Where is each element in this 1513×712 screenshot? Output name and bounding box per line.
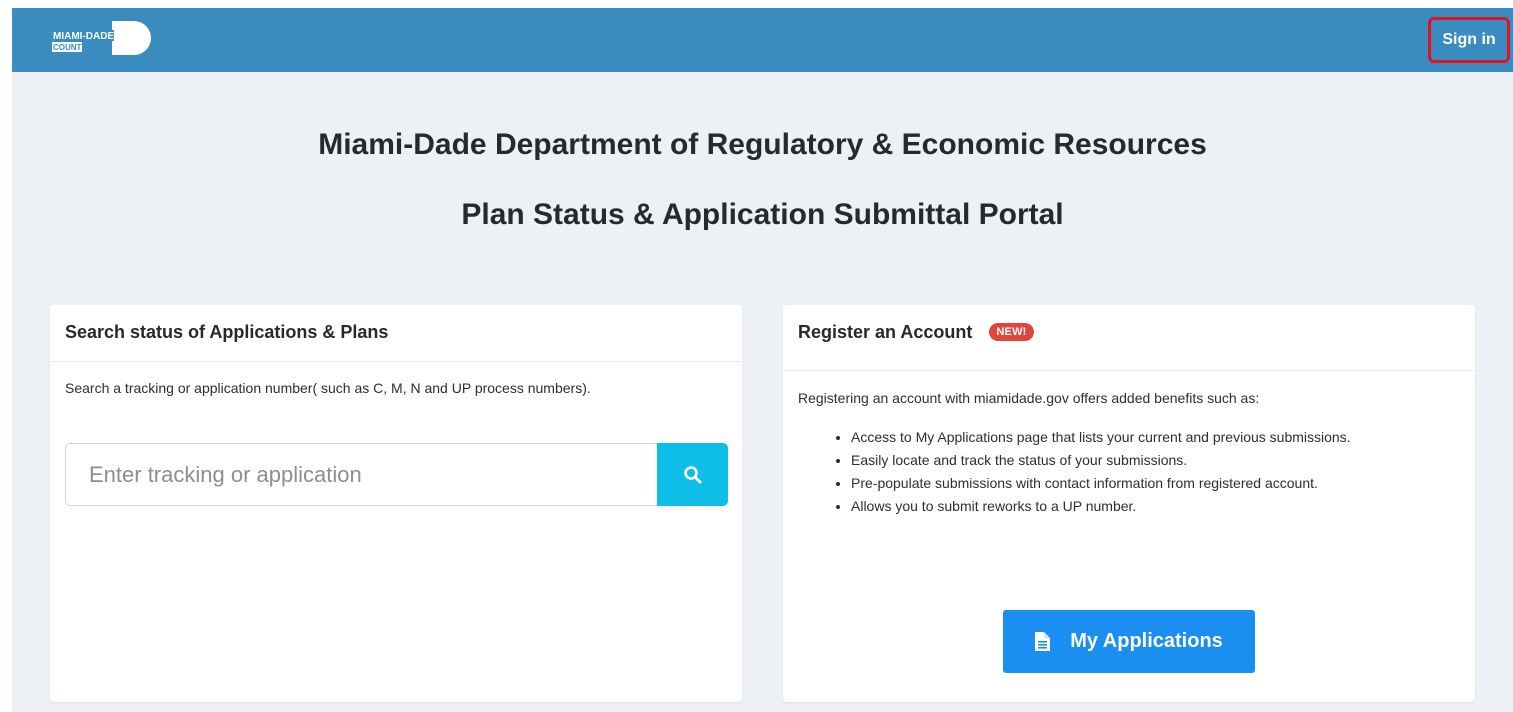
new-badge: NEW! [989, 323, 1034, 341]
search-group [65, 443, 728, 506]
document-icon [1035, 632, 1051, 651]
my-applications-label: My Applications [1070, 630, 1223, 652]
benefits-list: Access to My Applications page that list… [833, 427, 1423, 519]
county-logo[interactable]: MIAMI-DADE COUNTY [50, 21, 158, 55]
register-card: Register an Account NEW! Registering an … [783, 305, 1475, 702]
miami-dade-logo-icon: MIAMI-DADE COUNTY [52, 21, 151, 55]
page: MIAMI-DADE COUNTY Sign in Miami-Dade Dep… [12, 8, 1513, 712]
search-input[interactable] [65, 443, 657, 506]
logo-line1: MIAMI-DADE [53, 31, 114, 42]
sign-in-button[interactable]: Sign in [1428, 17, 1510, 63]
search-description: Search a tracking or application number(… [65, 380, 591, 396]
list-item: Allows you to submit reworks to a UP num… [851, 496, 1423, 517]
search-card: Search status of Applications & Plans Se… [50, 305, 742, 702]
top-navbar: MIAMI-DADE COUNTY Sign in [12, 8, 1513, 72]
search-card-title: Search status of Applications & Plans [50, 305, 742, 362]
search-button[interactable] [657, 443, 728, 506]
page-title: Miami-Dade Department of Regulatory & Ec… [318, 128, 1207, 161]
list-item: Easily locate and track the status of yo… [851, 450, 1423, 471]
list-item: Pre-populate submissions with contact in… [851, 473, 1423, 494]
page-subtitle: Plan Status & Application Submittal Port… [461, 198, 1064, 231]
register-card-header: Register an Account NEW! [783, 305, 1475, 371]
register-card-title: Register an Account [798, 322, 973, 342]
register-intro: Registering an account with miamidade.go… [798, 390, 1260, 406]
list-item: Access to My Applications page that list… [851, 427, 1423, 448]
search-icon [683, 465, 701, 483]
logo-line2: COUNTY [53, 43, 87, 52]
my-applications-button[interactable]: My Applications [1003, 610, 1255, 673]
